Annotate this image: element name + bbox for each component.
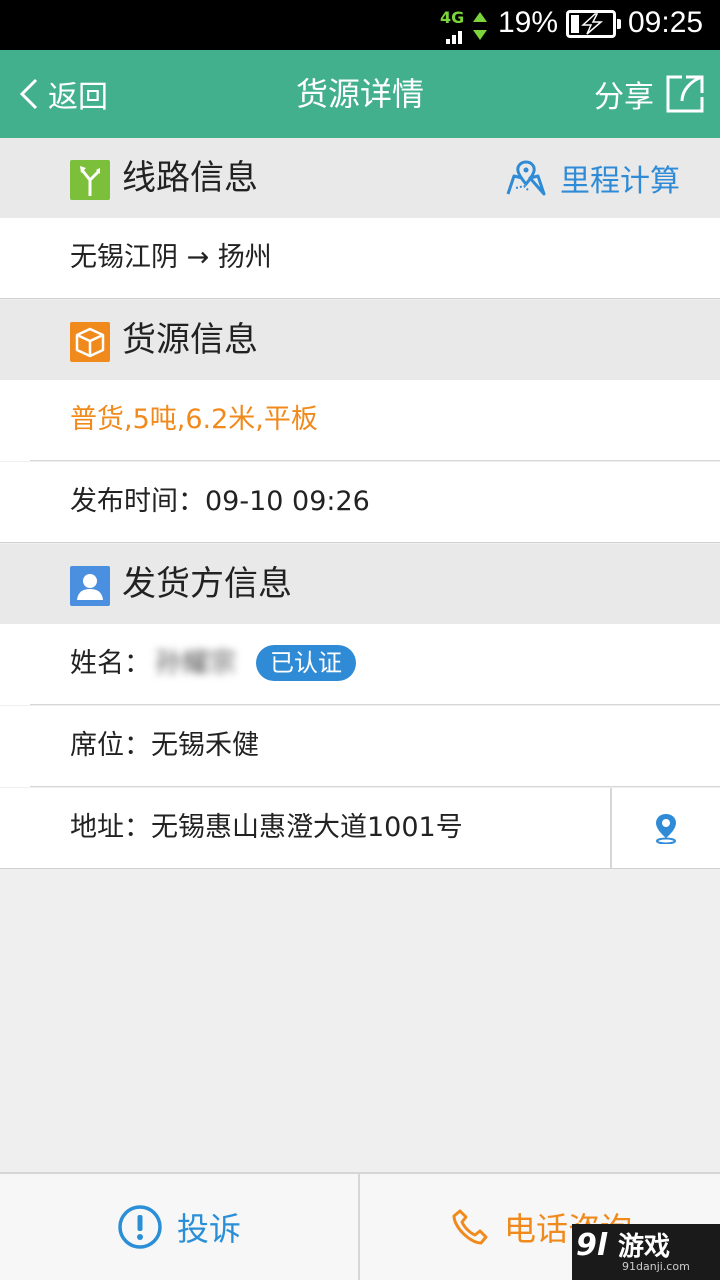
status-bar: 4G 19% 09:25 xyxy=(0,0,720,50)
mileage-calc-label: 里程计算 xyxy=(560,164,680,199)
seat-row: 席位：无锡禾健 xyxy=(0,706,720,787)
complaint-label: 投诉 xyxy=(176,1210,241,1248)
charging-icon xyxy=(581,13,604,35)
name-row: 姓名： 孙耀宗 已认证 xyxy=(0,624,720,705)
verified-badge: 已认证 xyxy=(256,644,356,681)
route-icon xyxy=(70,160,110,200)
name-line: 姓名： 孙耀宗 已认证 xyxy=(70,624,356,704)
address-text: 地址：无锡惠山惠澄大道1001号 xyxy=(70,812,463,843)
mileage-calc-button[interactable]: 里程计算 xyxy=(504,138,680,218)
battery-percent: 19% xyxy=(498,6,559,39)
network-indicator: 4G xyxy=(440,8,490,44)
complaint-button[interactable]: 投诉 xyxy=(0,1174,360,1280)
cargo-section-header: 货源信息 xyxy=(0,300,720,380)
phone-icon xyxy=(452,1209,488,1245)
back-button[interactable]: 返回 xyxy=(18,50,108,138)
data-arrows-icon xyxy=(473,12,487,40)
signal-icon xyxy=(446,28,468,44)
app-header: 返回 货源详情 分享 xyxy=(0,50,720,138)
location-pin-icon xyxy=(656,814,676,844)
share-label: 分享 xyxy=(594,80,654,115)
chevron-left-icon xyxy=(19,78,38,110)
share-icon xyxy=(666,75,704,113)
battery-icon xyxy=(566,10,621,38)
route-section-header: 线路信息 里程计算 xyxy=(0,138,720,218)
map-route-icon xyxy=(506,160,546,196)
name-label: 姓名： xyxy=(70,648,151,679)
shipper-section-header: 发货方信息 xyxy=(0,544,720,624)
watermark: 9l 游戏 91danji.com xyxy=(572,1224,720,1280)
watermark-logo: 9l xyxy=(576,1228,608,1263)
package-icon xyxy=(70,322,110,362)
cargo-description: 普货,5吨,6.2米,平板 xyxy=(70,404,318,435)
seat-text: 席位：无锡禾健 xyxy=(70,730,259,761)
route-section-title: 线路信息 xyxy=(122,158,258,198)
watermark-sub: 91danji.com xyxy=(622,1260,690,1273)
clock: 09:25 xyxy=(628,6,704,39)
route-text: 无锡江阴 → 扬州 xyxy=(70,242,272,273)
network-type: 4G xyxy=(440,8,465,27)
watermark-text: 游戏 xyxy=(618,1232,671,1262)
back-label: 返回 xyxy=(48,80,108,115)
name-value: 孙耀宗 xyxy=(155,648,236,679)
exclamation-circle-icon xyxy=(118,1205,162,1249)
address-row: 地址：无锡惠山惠澄大道1001号 xyxy=(0,788,720,869)
route-row: 无锡江阴 → 扬州 xyxy=(0,218,720,299)
cargo-desc-row: 普货,5吨,6.2米,平板 xyxy=(0,380,720,461)
location-button[interactable] xyxy=(610,788,720,868)
publish-time-row: 发布时间：09-10 09:26 xyxy=(0,462,720,543)
shipper-section-title: 发货方信息 xyxy=(122,564,292,604)
cargo-section-title: 货源信息 xyxy=(122,320,258,360)
share-button[interactable]: 分享 xyxy=(594,50,708,138)
person-icon xyxy=(70,566,110,606)
publish-time: 发布时间：09-10 09:26 xyxy=(70,486,370,517)
